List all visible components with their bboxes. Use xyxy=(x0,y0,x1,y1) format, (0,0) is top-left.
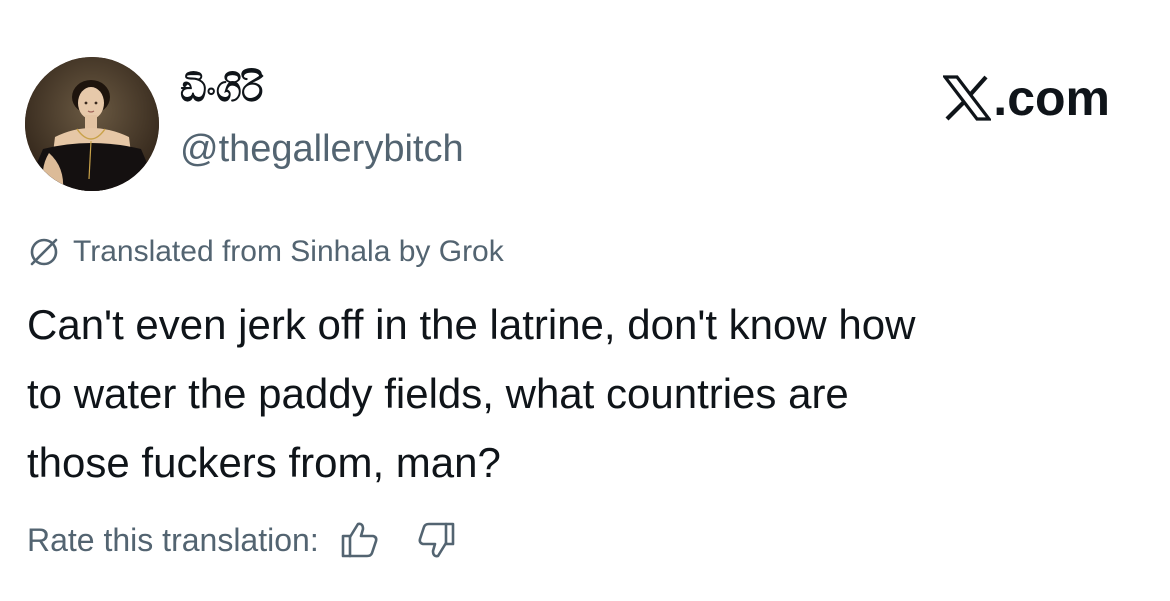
tweet-line: those fuckers from, man? xyxy=(27,439,501,486)
translation-notice-text: Translated from Sinhala by Grok xyxy=(73,235,504,268)
portrait-painting-avatar-icon xyxy=(25,57,159,191)
display-name[interactable]: ඩිංගිරි xyxy=(180,68,263,112)
thumbs-up-icon[interactable] xyxy=(337,518,381,562)
brand-text: .com xyxy=(993,70,1110,126)
tweet-text: Can't even jerk off in the latrine, don'… xyxy=(27,290,1137,497)
tweet-line: Can't even jerk off in the latrine, don'… xyxy=(27,301,916,348)
x-logo-icon xyxy=(943,75,992,121)
rate-translation: Rate this translation: xyxy=(27,518,459,562)
thumbs-down-icon[interactable] xyxy=(415,518,459,562)
translate-icon xyxy=(30,238,58,266)
user-handle[interactable]: @thegallerybitch xyxy=(180,126,464,172)
avatar[interactable] xyxy=(25,57,159,191)
brand-watermark: .com xyxy=(943,70,1110,126)
translation-notice: Translated from Sinhala by Grok xyxy=(27,233,504,271)
tweet-line: to water the paddy fields, what countrie… xyxy=(27,370,849,417)
tweet-card: ඩිංගිරි @thegallerybitch .com Translated… xyxy=(0,0,1170,601)
rate-translation-label: Rate this translation: xyxy=(27,522,319,558)
